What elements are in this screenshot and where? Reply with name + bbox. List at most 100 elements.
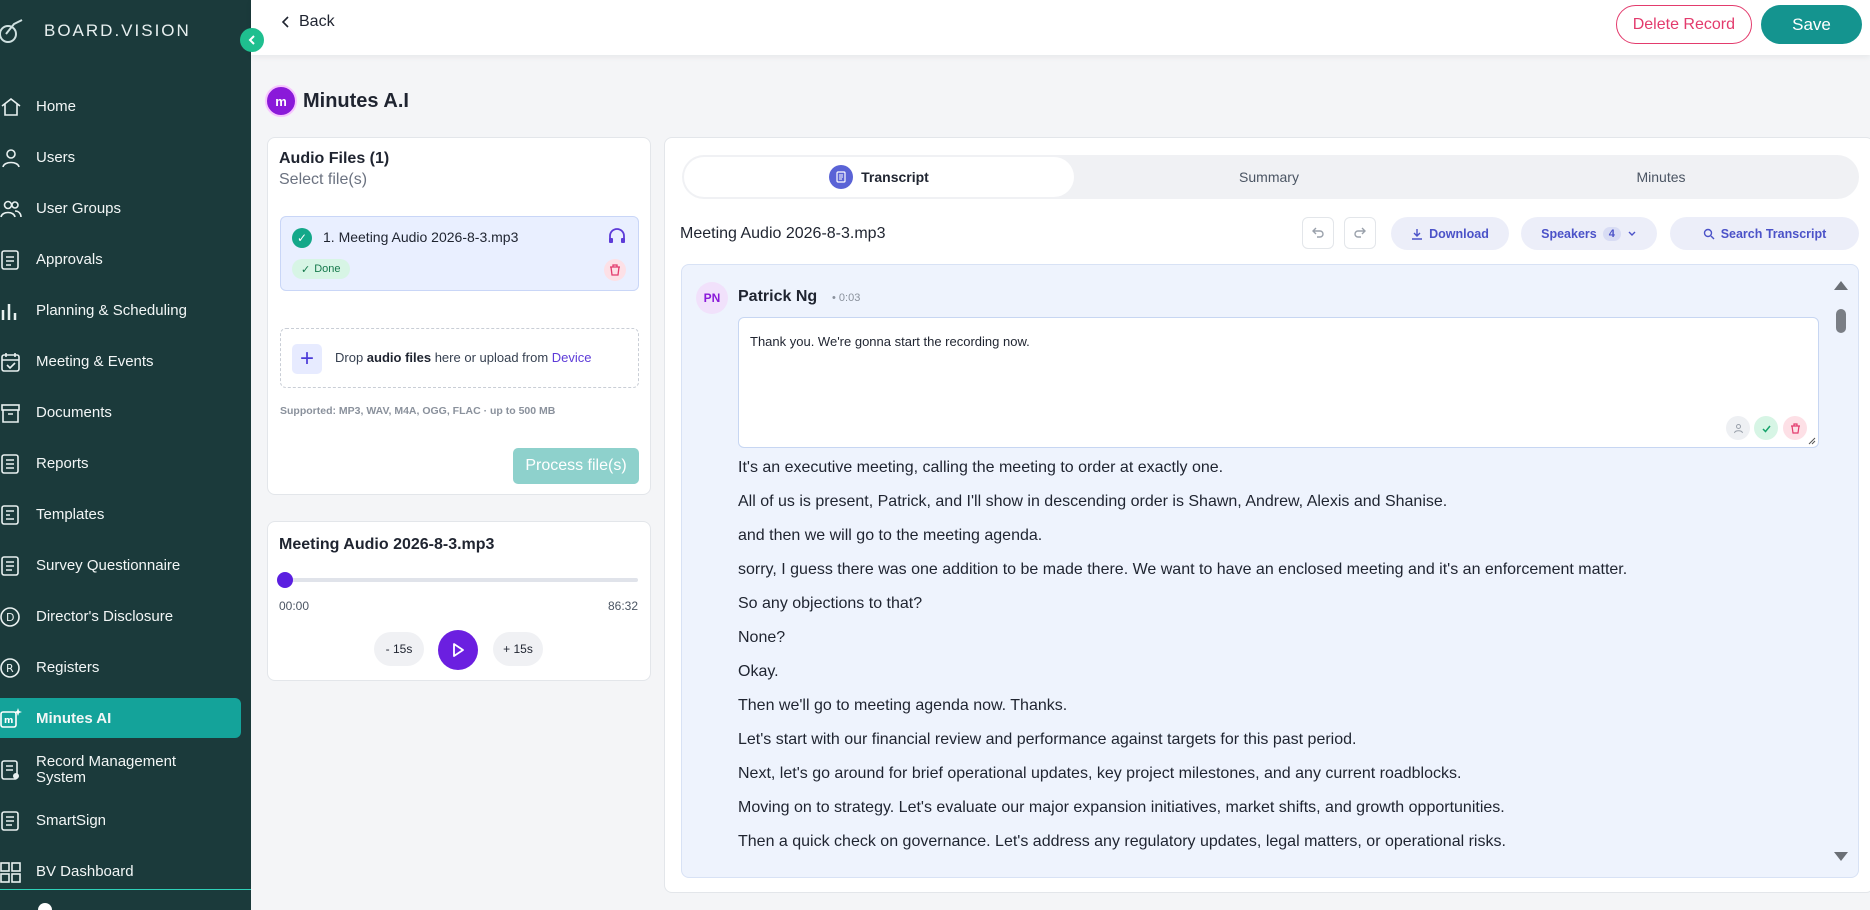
tab-summary[interactable]: Summary (1073, 155, 1465, 199)
sidebar-item-planning[interactable]: Planning & Scheduling (0, 285, 251, 336)
segment-timestamp[interactable]: • 0:03 (832, 292, 860, 304)
rewind-15-button[interactable]: - 15s (374, 632, 424, 666)
tab-minutes[interactable]: Minutes (1465, 155, 1857, 199)
sidebar-item-minutes-ai[interactable]: m Minutes AI (0, 698, 241, 738)
sidebar-item-label: Minutes AI (36, 709, 112, 727)
sidebar-item-user-groups[interactable]: User Groups (0, 183, 251, 234)
profile-icon[interactable] (38, 903, 52, 910)
transcript-line[interactable]: and then we will go to the meeting agend… (738, 527, 1042, 545)
transcript-line[interactable]: sorry, I guess there was one addition to… (738, 561, 1627, 579)
transcript-line[interactable]: Next, let's go around for brief operatio… (738, 765, 1461, 783)
player-title: Meeting Audio 2026-8-3.mp3 (279, 536, 495, 553)
sidebar: BOARD.VISION Home Users User Groups Appr… (0, 0, 264, 910)
sidebar-item-label: Home (36, 98, 77, 115)
scroll-up-arrow-icon[interactable] (1834, 281, 1848, 290)
play-icon (453, 643, 464, 657)
transcript-line[interactable]: All of us is present, Patrick, and I'll … (738, 493, 1447, 511)
smartsign-icon (1, 810, 19, 831)
confirm-edit-button[interactable] (1754, 416, 1778, 440)
sidebar-item-meetings[interactable]: Meeting & Events (0, 336, 251, 387)
transcript-line[interactable]: Okay. (738, 663, 779, 681)
delete-file-button[interactable] (604, 259, 626, 281)
tab-label: Transcript (861, 169, 929, 185)
r-circle-icon: R (0, 657, 20, 678)
sidebar-item-survey[interactable]: Survey Questionnaire (0, 540, 251, 591)
segment-edit-textarea[interactable]: Thank you. We're gonna start the recordi… (738, 317, 1819, 448)
transcript-line[interactable]: Moving on to strategy. Let's evaluate ou… (738, 799, 1505, 817)
seek-handle[interactable] (277, 572, 293, 588)
plus-icon[interactable]: + (292, 344, 322, 374)
transcript-line[interactable]: None? (738, 629, 785, 647)
chevron-down-icon (1628, 231, 1636, 236)
assign-speaker-button[interactable] (1726, 416, 1750, 440)
sidebar-item-label: Meeting & Events (36, 353, 154, 370)
sidebar-item-label: SmartSign (36, 812, 107, 829)
status-badge-label: Done (314, 263, 341, 275)
audio-file-item[interactable]: ✓ 1. Meeting Audio 2026-8-3.mp3 ✓ Done (280, 216, 639, 291)
redo-button[interactable] (1344, 217, 1376, 249)
sidebar-item-users[interactable]: Users (0, 132, 251, 183)
sidebar-item-smartsign[interactable]: SmartSign (0, 795, 251, 846)
delete-record-button[interactable]: Delete Record (1615, 5, 1752, 44)
search-transcript-button[interactable]: Search Transcript (1670, 217, 1859, 250)
sidebar-item-label: Record Management System (36, 752, 177, 786)
tab-transcript[interactable]: Transcript (684, 157, 1074, 197)
sidebar-item-registers[interactable]: R Registers (0, 642, 251, 693)
sidebar-item-disclosure[interactable]: D Director's Disclosure (0, 591, 251, 642)
minutes-ai-logo-icon: m (265, 85, 297, 117)
delete-segment-button[interactable] (1783, 416, 1807, 440)
audio-file-name: 1. Meeting Audio 2026-8-3.mp3 (323, 229, 519, 245)
check-circle-icon[interactable]: ✓ (292, 228, 312, 248)
segment-edit-text[interactable]: Thank you. We're gonna start the recordi… (750, 334, 1030, 349)
sidebar-item-label: Users (36, 149, 76, 166)
sidebar-item-approvals[interactable]: Approvals (0, 234, 251, 285)
transcript-line[interactable]: It's an executive meeting, calling the m… (738, 459, 1223, 477)
svg-text:D: D (6, 611, 14, 624)
chevron-left-icon (281, 16, 289, 28)
sidebar-item-record-management[interactable]: Record Management System (0, 744, 251, 795)
forward-15-button[interactable]: + 15s (493, 632, 543, 666)
sidebar-item-home[interactable]: Home (0, 81, 251, 132)
seek-bar[interactable] (277, 572, 638, 588)
drop-prefix: Drop (335, 350, 367, 365)
transcript-line[interactable]: Let's start with our financial review an… (738, 731, 1356, 749)
audio-dropzone[interactable]: + Drop audio files here or upload from D… (280, 328, 639, 388)
record-icon (1, 759, 19, 780)
home-icon (1, 97, 21, 116)
sidebar-item-reports[interactable]: Reports (0, 438, 251, 489)
logo-mark-icon (0, 19, 23, 43)
transcript-line[interactable]: So any objections to that? (738, 595, 922, 613)
report-icon (1, 453, 19, 474)
process-files-button[interactable]: Process file(s) (513, 448, 639, 484)
sidebar-item-templates[interactable]: Templates (0, 489, 251, 540)
sidebar-item-label: Approvals (36, 251, 103, 268)
transcript-body: PN Patrick Ng • 0:03 Thank you. We're go… (681, 264, 1859, 878)
collapse-sidebar-button[interactable] (240, 28, 264, 52)
scrollbar-thumb[interactable] (1836, 309, 1846, 333)
sidebar-item-documents[interactable]: Documents (0, 387, 251, 438)
brand-logo[interactable]: BOARD.VISION (0, 16, 191, 46)
scroll-down-arrow-icon[interactable] (1834, 852, 1848, 861)
back-button[interactable]: Back (281, 13, 335, 31)
resize-handle-icon[interactable] (1806, 435, 1816, 445)
redo-icon (1354, 227, 1366, 238)
sidebar-item-label: Survey Questionnaire (36, 557, 181, 574)
check-icon: ✓ (301, 263, 311, 276)
save-button[interactable]: Save (1761, 5, 1862, 44)
sidebar-divider (0, 889, 251, 890)
recording-name: Meeting Audio 2026-8-3.mp3 (680, 225, 886, 242)
download-button[interactable]: Download (1391, 217, 1509, 250)
transcript-line[interactable]: Then a quick check on governance. Let's … (738, 833, 1506, 851)
upload-from-device-link[interactable]: Device (552, 350, 592, 365)
transcript-line[interactable]: Then we'll go to meeting agenda now. Tha… (738, 697, 1067, 715)
audio-player-panel: Meeting Audio 2026-8-3.mp3 00:00 86:32 -… (267, 521, 651, 681)
status-badge: ✓ Done (292, 259, 350, 279)
speaker-name[interactable]: Patrick Ng (738, 288, 817, 306)
avatar: PN (696, 282, 728, 314)
transcript-scrollbar[interactable] (1834, 281, 1848, 861)
speakers-dropdown[interactable]: Speakers 4 (1521, 217, 1657, 250)
svg-text:m: m (4, 716, 13, 726)
undo-button[interactable] (1302, 217, 1334, 249)
play-button[interactable] (438, 630, 478, 670)
headphones-icon[interactable] (608, 227, 626, 245)
